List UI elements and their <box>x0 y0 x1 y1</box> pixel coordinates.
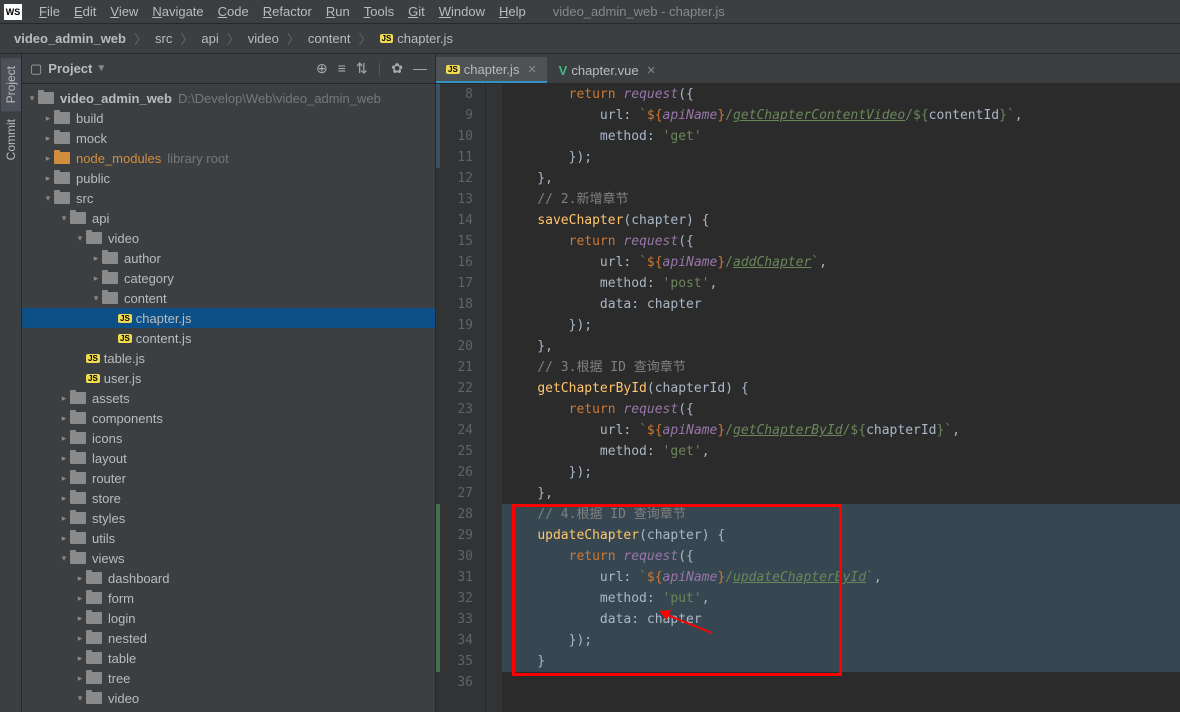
close-icon[interactable]: ✕ <box>527 63 536 76</box>
tree-item-layout[interactable]: ▸layout <box>22 448 435 468</box>
crumb[interactable]: content <box>304 31 355 46</box>
tree-item-author[interactable]: ▸author <box>22 248 435 268</box>
tree-item-dashboard[interactable]: ▸dashboard <box>22 568 435 588</box>
menu-refactor[interactable]: Refactor <box>256 4 319 19</box>
tree-item-components[interactable]: ▸components <box>22 408 435 428</box>
tree-item-router[interactable]: ▸router <box>22 468 435 488</box>
window-title: video_admin_web - chapter.js <box>553 4 725 19</box>
tree-item-nested[interactable]: ▸nested <box>22 628 435 648</box>
crumb[interactable]: video <box>244 31 283 46</box>
tree-item-assets[interactable]: ▸assets <box>22 388 435 408</box>
divider: | <box>378 60 382 77</box>
menu-git[interactable]: Git <box>401 4 432 19</box>
expand-icon[interactable]: ≡ <box>338 60 346 77</box>
tree-item-views[interactable]: ▾views <box>22 548 435 568</box>
vue-icon: V <box>559 63 568 78</box>
editor-tabs: JSchapter.js ✕ Vchapter.vue ✕ <box>436 54 1180 84</box>
target-icon[interactable]: ⊕ <box>316 60 328 77</box>
fold-gutter[interactable] <box>490 84 502 712</box>
tree-item-video[interactable]: ▾video <box>22 688 435 708</box>
tree-item-content-js[interactable]: ▸JScontent.js <box>22 328 435 348</box>
project-view-icon: ▢ <box>30 61 42 77</box>
tree-item-table[interactable]: ▸table <box>22 648 435 668</box>
tab-chapter-js[interactable]: JSchapter.js ✕ <box>436 57 547 83</box>
tree-item-login[interactable]: ▸login <box>22 608 435 628</box>
tree-item-category[interactable]: ▸category <box>22 268 435 288</box>
tree-item-chapter-js[interactable]: ▸JSchapter.js <box>22 308 435 328</box>
project-tree[interactable]: ▾video_admin_webD:\Develop\Web\video_adm… <box>22 84 435 712</box>
tree-item-node_modules[interactable]: ▸node_moduleslibrary root <box>22 148 435 168</box>
gear-icon[interactable]: ✿ <box>391 60 403 77</box>
tree-item-table-js[interactable]: ▸JStable.js <box>22 348 435 368</box>
tree-item-video[interactable]: ▾video <box>22 228 435 248</box>
tree-item-utils[interactable]: ▸utils <box>22 528 435 548</box>
breadcrumb-bar: video_admin_web 〉 src 〉 api 〉 video 〉 co… <box>0 24 1180 54</box>
tree-item-styles[interactable]: ▸styles <box>22 508 435 528</box>
editor-pane: JSchapter.js ✕ Vchapter.vue ✕ 8910111213… <box>436 54 1180 712</box>
close-icon[interactable]: ✕ <box>647 64 656 77</box>
tree-item-form[interactable]: ▸form <box>22 588 435 608</box>
tool-window-stripe: Project Commit <box>0 54 22 712</box>
tree-item-mock[interactable]: ▸mock <box>22 128 435 148</box>
tree-item-src[interactable]: ▾src <box>22 188 435 208</box>
menu-run[interactable]: Run <box>319 4 357 19</box>
menu-file[interactable]: File <box>32 4 67 19</box>
tree-item-user-js[interactable]: ▸JSuser.js <box>22 368 435 388</box>
menu-code[interactable]: Code <box>211 4 256 19</box>
menu-view[interactable]: View <box>103 4 145 19</box>
crumb[interactable]: src <box>151 31 176 46</box>
hide-icon[interactable]: — <box>413 60 427 77</box>
tool-tab-commit[interactable]: Commit <box>1 111 21 168</box>
tree-item-public[interactable]: ▸public <box>22 168 435 188</box>
crumb[interactable]: video_admin_web <box>10 31 130 46</box>
menu-edit[interactable]: Edit <box>67 4 103 19</box>
app-icon: WS <box>4 4 22 20</box>
menu-navigate[interactable]: Navigate <box>145 4 210 19</box>
menu-bar: WS FileEditViewNavigateCodeRefactorRunTo… <box>0 0 1180 24</box>
code-content[interactable]: return request({ url: `${apiName}/getCha… <box>502 84 1180 712</box>
crumb[interactable]: api <box>197 31 222 46</box>
tree-item-build[interactable]: ▸build <box>22 108 435 128</box>
menu-help[interactable]: Help <box>492 4 533 19</box>
collapse-icon[interactable]: ⇅ <box>356 60 368 77</box>
project-sidebar: ▢ Project ▼ ⊕ ≡ ⇅ | ✿ — ▾video_admin_web… <box>22 54 436 712</box>
project-title[interactable]: Project <box>48 61 92 76</box>
project-header: ▢ Project ▼ ⊕ ≡ ⇅ | ✿ — <box>22 54 435 84</box>
tree-item-video_admin_web[interactable]: ▾video_admin_webD:\Develop\Web\video_adm… <box>22 88 435 108</box>
line-numbers: 8910111213141516171819202122232425262728… <box>436 84 486 712</box>
crumb-file[interactable]: JSchapter.js <box>376 31 457 46</box>
chevron-down-icon[interactable]: ▼ <box>96 63 106 74</box>
tab-chapter-vue[interactable]: Vchapter.vue ✕ <box>549 57 666 83</box>
tree-item-api[interactable]: ▾api <box>22 208 435 228</box>
tree-item-store[interactable]: ▸store <box>22 488 435 508</box>
tree-item-icons[interactable]: ▸icons <box>22 428 435 448</box>
code-editor[interactable]: 8910111213141516171819202122232425262728… <box>436 84 1180 712</box>
menu-window[interactable]: Window <box>432 4 492 19</box>
tool-tab-project[interactable]: Project <box>1 58 21 111</box>
tree-item-content[interactable]: ▾content <box>22 288 435 308</box>
menu-tools[interactable]: Tools <box>357 4 401 19</box>
tree-item-tree[interactable]: ▸tree <box>22 668 435 688</box>
